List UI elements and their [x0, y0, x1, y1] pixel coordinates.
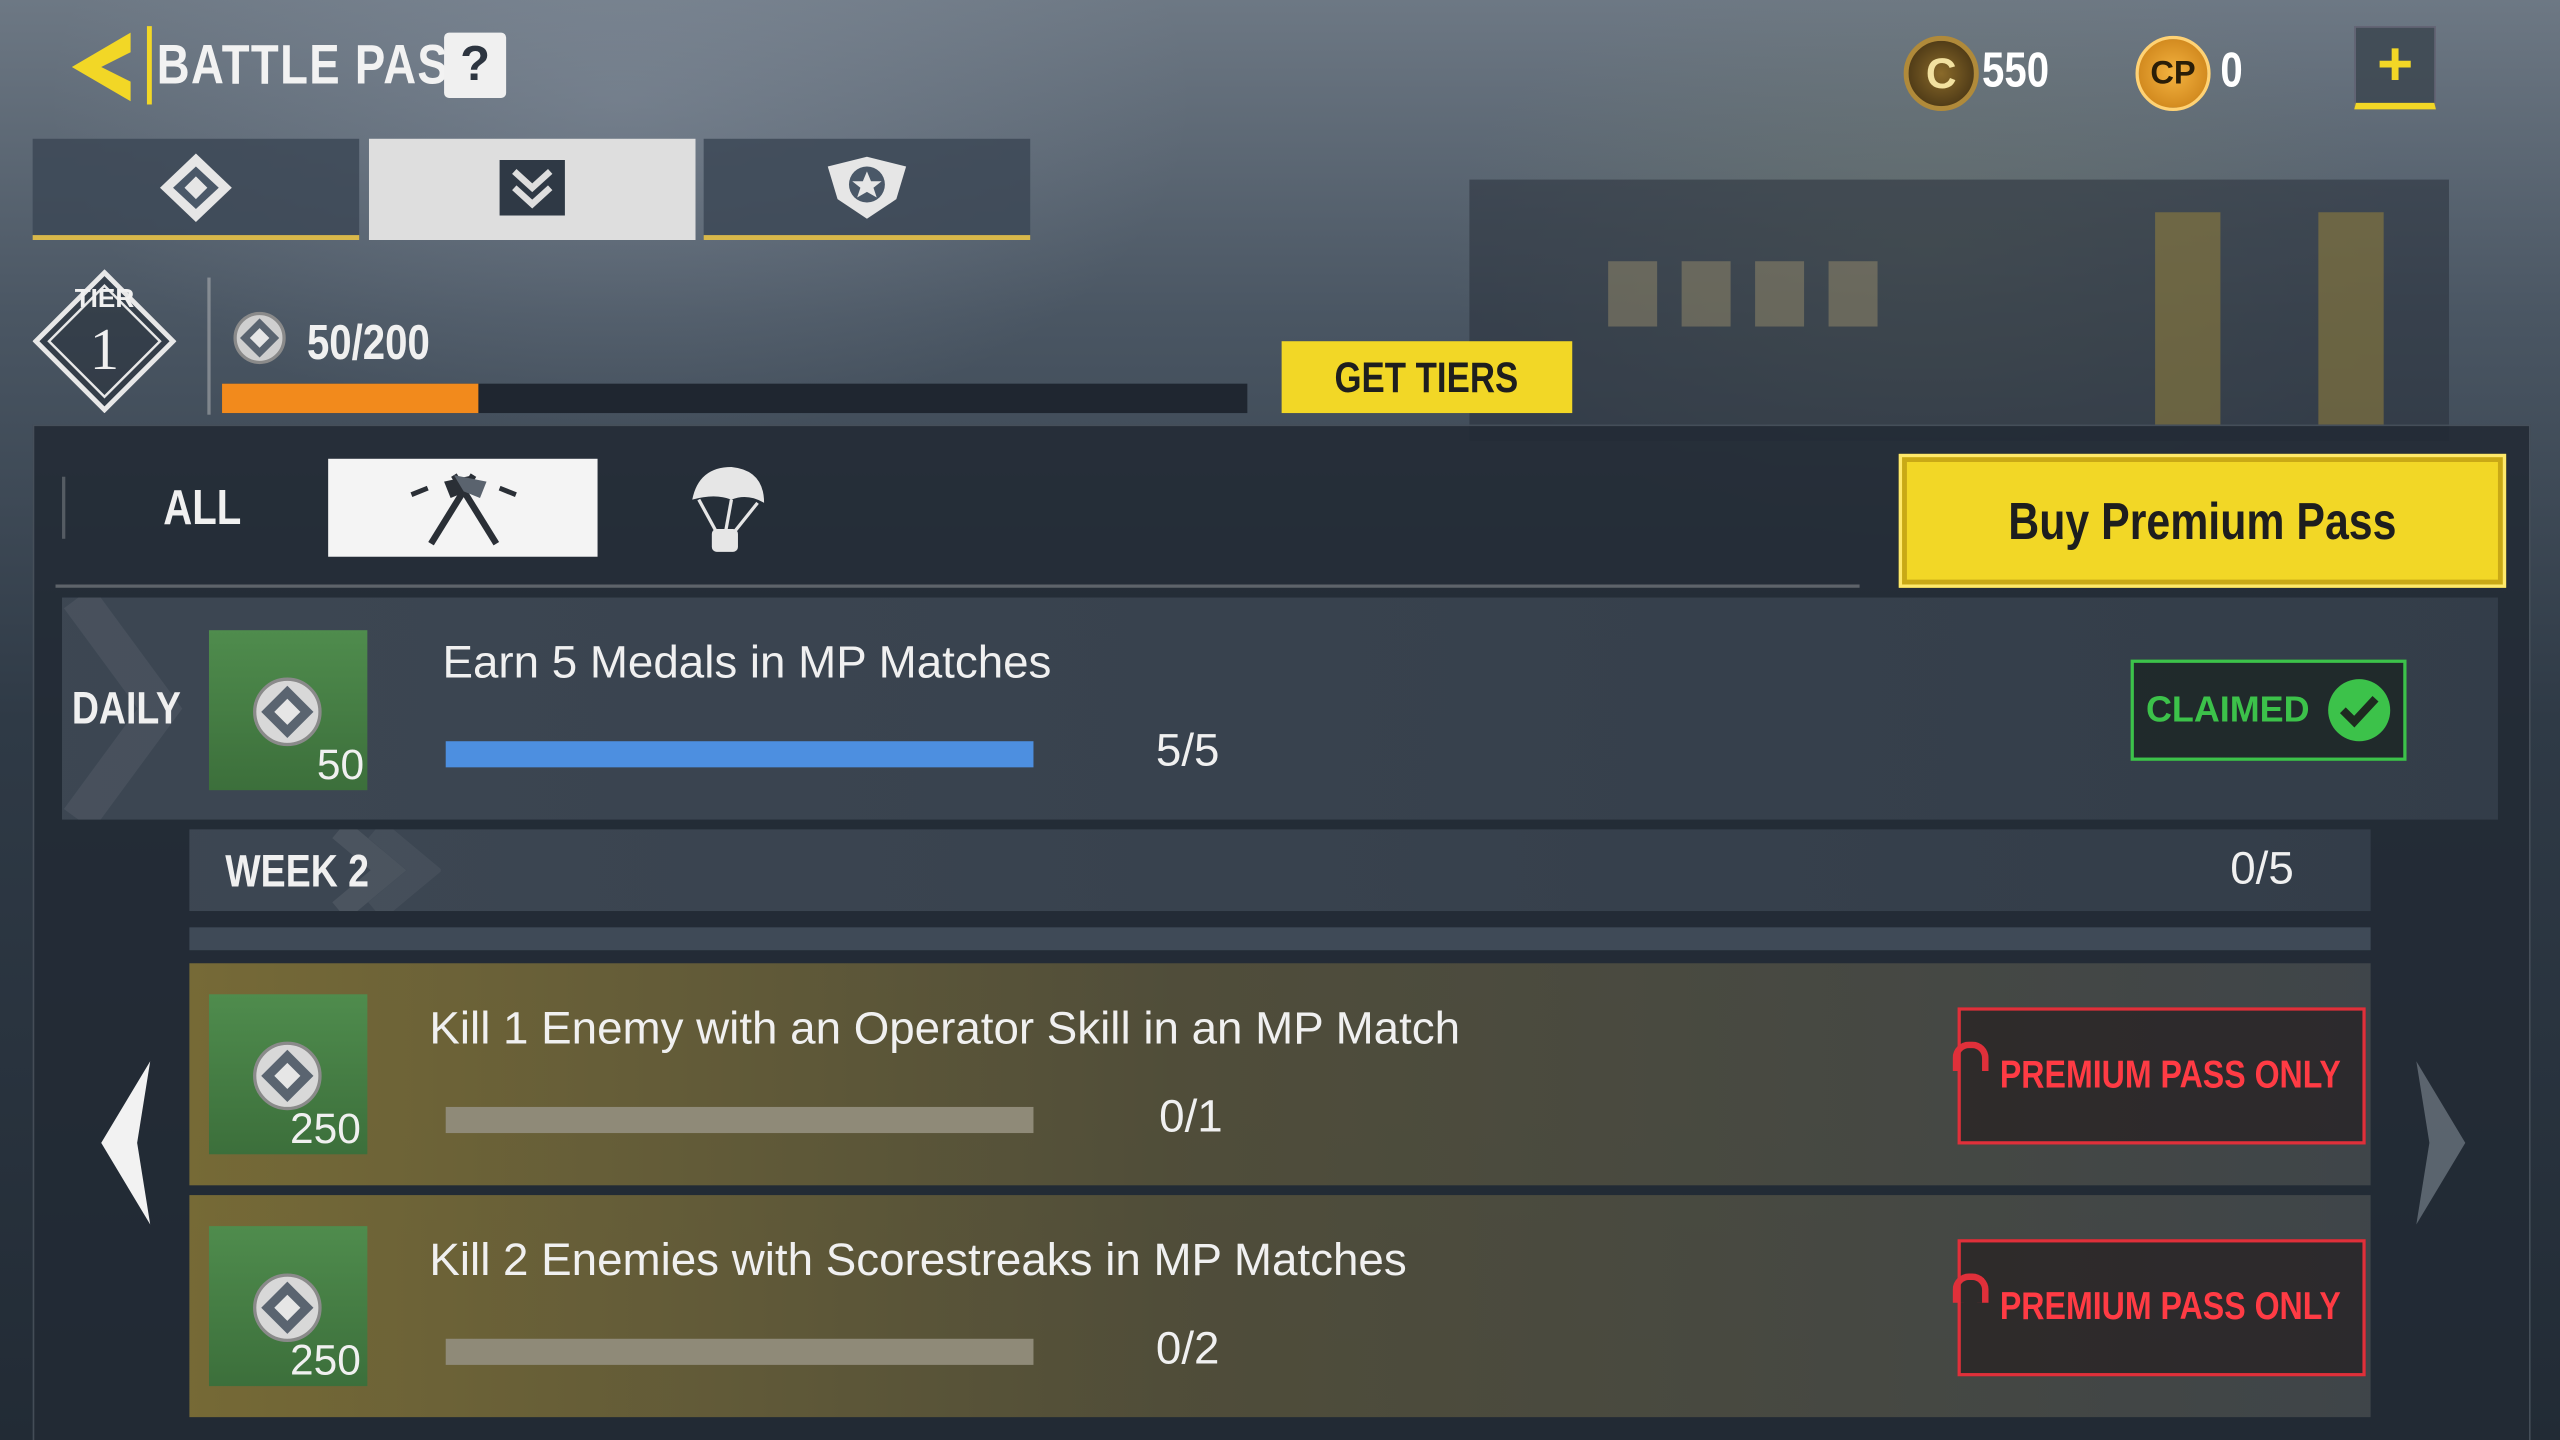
- filter-multiplayer[interactable]: [328, 458, 598, 557]
- week-header: [189, 829, 2371, 912]
- tab-battle-pass[interactable]: [32, 138, 360, 240]
- background-window: [1828, 261, 1878, 327]
- background-banner: [2318, 212, 2384, 425]
- quest-progress-bar: [445, 1106, 1034, 1134]
- xp-progress-text: 50/200: [306, 316, 430, 371]
- xp-token-icon: [253, 1273, 322, 1343]
- back-arrow-icon: [71, 32, 131, 102]
- title-divider: [146, 26, 152, 105]
- quest-reward-amount: 250: [289, 1335, 361, 1385]
- back-button[interactable]: [65, 26, 147, 108]
- premium-pass-only-badge[interactable]: PREMIUM PASS ONLY: [1949, 1239, 2366, 1377]
- tab-missions[interactable]: [368, 138, 696, 240]
- credits-icon: CP: [2135, 35, 2211, 112]
- tier-badge: TIER 1: [32, 269, 177, 414]
- tier-label: TIER: [74, 285, 135, 314]
- week-label: WEEK 2: [225, 845, 370, 897]
- cod-points-icon: C: [1903, 35, 1979, 112]
- quest-progress-bar: [445, 1338, 1034, 1365]
- xp-token-icon: [253, 677, 322, 747]
- page-title-text: BATTLE PASS: [156, 34, 481, 97]
- cod-points-value: 550: [1982, 44, 2050, 98]
- daily-reward-amount: 50: [316, 739, 365, 789]
- tier-progress-bar: [222, 383, 1248, 414]
- buy-premium-pass-button[interactable]: Buy Premium Pass: [1898, 453, 2507, 588]
- battle-pass-screen: BATTLE PASS ? C 550 CP 0 + TIER 1 50/200…: [0, 0, 2560, 1440]
- filter-all[interactable]: ALL: [163, 480, 258, 539]
- quest-reward-tile: 250: [208, 1226, 368, 1387]
- scroll-left-button[interactable]: [91, 1058, 163, 1228]
- help-button[interactable]: ?: [444, 32, 507, 98]
- filter-divider: [62, 476, 66, 539]
- quest-text: Kill 1 Enemy with an Operator Skill in a…: [429, 1002, 1461, 1054]
- scroll-right-button[interactable]: [2403, 1058, 2475, 1228]
- filter-underline: [55, 584, 1860, 588]
- claimed-badge: CLAIMED: [2130, 659, 2407, 761]
- multiplayer-flags-icon: [409, 473, 517, 546]
- premium-pass-only-label: PREMIUM PASS ONLY: [1999, 1284, 2341, 1329]
- add-currency-button[interactable]: +: [2354, 26, 2436, 110]
- background-window: [1755, 261, 1805, 327]
- claimed-label: CLAIMED: [2145, 688, 2310, 730]
- daily-progress-text: 5/5: [1155, 724, 1220, 776]
- xp-token-icon: [253, 1041, 322, 1111]
- credits-value: 0: [2220, 44, 2243, 98]
- battle-royale-parachute-icon: [692, 466, 765, 552]
- help-label: ?: [460, 37, 491, 92]
- quest-text: Kill 2 Enemies with Scorestreaks in MP M…: [429, 1234, 1407, 1285]
- missions-chevron-icon: [499, 159, 565, 215]
- get-tiers-button[interactable]: GET TIERS: [1281, 341, 1573, 414]
- daily-reward-tile: 50: [208, 630, 368, 791]
- quest-reward-tile: 250: [208, 994, 368, 1155]
- tier-divider: [207, 277, 211, 415]
- tier-progress-fill: [222, 383, 479, 414]
- tier-number: 1: [89, 316, 120, 383]
- checkmark-icon: [2327, 679, 2390, 742]
- quest-reward-amount: 250: [289, 1103, 361, 1153]
- week-progress-text: 0/5: [2230, 842, 2294, 894]
- plus-icon: +: [2376, 30, 2414, 99]
- xp-token-icon: [233, 311, 286, 365]
- premium-pass-only-badge[interactable]: PREMIUM PASS ONLY: [1949, 1007, 2366, 1145]
- premium-shield-icon: [827, 155, 907, 218]
- premium-pass-only-label: PREMIUM PASS ONLY: [1999, 1053, 2341, 1098]
- background-window: [1681, 261, 1731, 327]
- daily-progress-bar: [445, 741, 1034, 768]
- daily-label: DAILY: [71, 682, 181, 734]
- background-window: [1608, 261, 1658, 327]
- background-banner: [2155, 212, 2221, 425]
- filter-battle-royale[interactable]: [669, 459, 783, 557]
- quest-progress-text: 0/1: [1159, 1090, 1223, 1142]
- battle-pass-emblem-icon: [159, 152, 232, 222]
- week-separator: [189, 927, 2371, 951]
- daily-progress-fill: [445, 741, 1034, 768]
- quest-progress-text: 0/2: [1155, 1322, 1220, 1374]
- daily-quest-text: Earn 5 Medals in MP Matches: [442, 636, 1052, 688]
- tab-premium[interactable]: [703, 138, 1031, 240]
